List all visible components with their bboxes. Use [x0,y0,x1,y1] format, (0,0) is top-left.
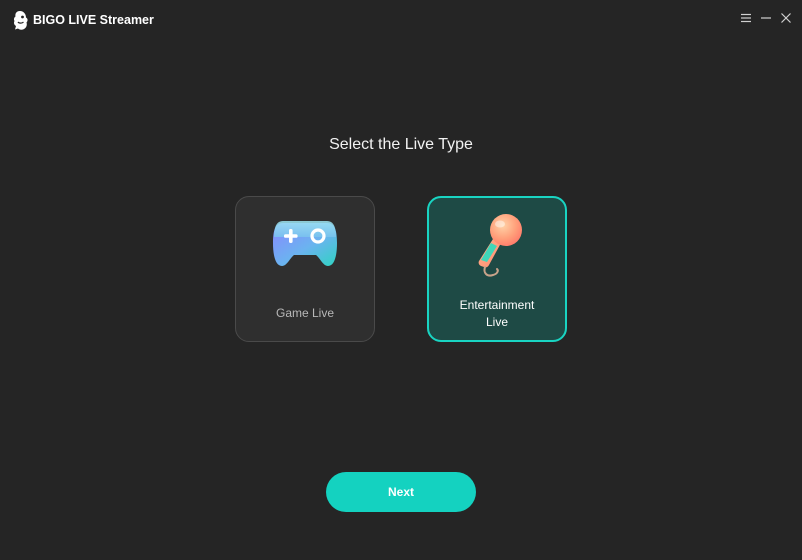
entertainment-live-option[interactable]: Entertainment Live [427,196,567,342]
app-title: BIGO LIVE Streamer [33,13,154,27]
microphone-icon [478,214,522,277]
next-button[interactable]: Next [326,472,476,512]
entertainment-live-label: Entertainment Live [459,298,535,329]
title-bar: BIGO LIVE Streamer [0,0,802,40]
window-controls [732,12,792,24]
minimize-icon[interactable] [760,12,772,24]
menu-icon[interactable] [740,12,752,24]
app-window: BIGO LIVE Streamer Select the Live Type … [0,0,802,560]
game-live-option[interactable]: Game Live [235,196,375,342]
brand: BIGO LIVE Streamer [12,9,154,31]
bigo-mascot-icon [12,10,29,31]
close-icon[interactable] [780,12,792,24]
game-live-label: Game Live [275,306,335,320]
page-title: Select the Live Type [329,136,473,153]
gamepad-icon [273,221,337,266]
